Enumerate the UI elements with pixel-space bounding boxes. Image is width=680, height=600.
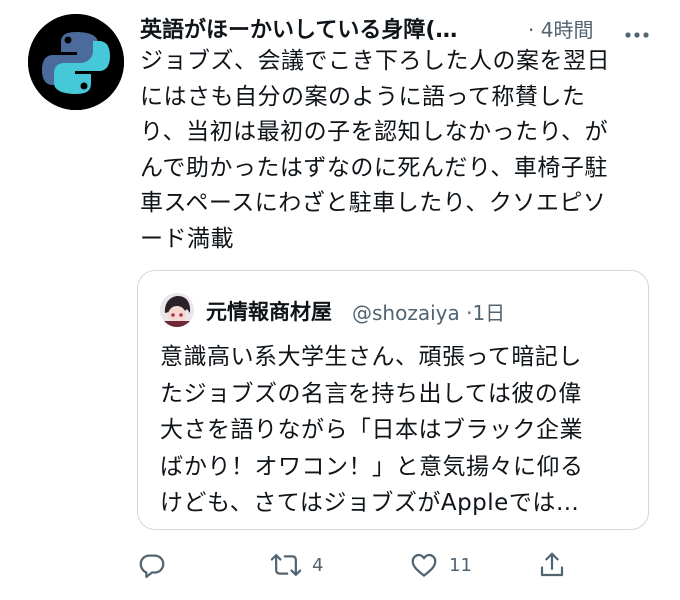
retweet-icon — [270, 554, 302, 576]
share-icon — [540, 552, 564, 577]
quoted-line: たジョブズの名言を持ち出しては彼の偉 — [160, 380, 582, 407]
display-name-text: 英語がほーかいしている身障( — [140, 18, 436, 43]
reply-button[interactable] — [137, 548, 177, 582]
tweet-header: 英語がほーかいしている身障(… · 4時間 — [140, 10, 670, 44]
display-name[interactable]: 英語がほーかいしている身障(… — [140, 12, 510, 44]
retweet-button[interactable]: 4 — [270, 548, 323, 582]
tweet-timestamp[interactable]: · 4時間 — [528, 14, 593, 43]
quoted-line: けども、さてはジョブズがAppleでは… — [160, 490, 580, 516]
like-count: 11 — [449, 554, 472, 576]
quoted-line: 意識高い系大学生さん、頑張って暗記し — [160, 344, 582, 370]
like-button[interactable]: 11 — [409, 548, 472, 582]
quoted-tweet-card[interactable]: 元情報商材屋 @shozaiya ·1日 意識高い系大学生さん、頑張って暗記し … — [137, 270, 649, 530]
tweet-line: り、当初は最初の子を認知しなかったり、が — [140, 119, 609, 145]
quoted-line: ばかり！オワコン！」と意気揚々に仰る — [160, 453, 584, 480]
user-avatar[interactable] — [28, 14, 124, 110]
quoted-display-name[interactable]: 元情報商材屋 — [206, 296, 332, 326]
truncation-ellipsis: … — [435, 18, 458, 43]
separator-dot: · — [528, 18, 535, 42]
anime-character-avatar-icon — [160, 293, 194, 327]
tweet-text: ジョブズ、会議でこき下ろした人の案を翌日 にはさも自分の案のように語って称賛した… — [140, 44, 660, 257]
tweet-line: 車スペースにわざと駐車したり、クソエピソ — [140, 190, 607, 216]
python-logo-icon — [28, 14, 124, 110]
share-button[interactable] — [537, 548, 567, 582]
quoted-time: 1日 — [472, 301, 506, 325]
time-text: 4時間 — [540, 18, 594, 42]
quoted-user-avatar[interactable] — [160, 293, 194, 327]
tweet-line: んで助かったはずなのに死んだり、車椅子駐 — [140, 154, 608, 181]
heart-icon — [411, 553, 437, 577]
more-icon[interactable] — [624, 24, 650, 43]
tweet-line: ード満載 — [140, 225, 234, 252]
reply-icon — [139, 554, 165, 578]
retweet-count: 4 — [312, 554, 324, 576]
tweet-line: ジョブズ、会議でこき下ろした人の案を翌日 — [140, 48, 610, 74]
tweet-action-bar: 4 11 — [137, 548, 657, 582]
quoted-tweet-text: 意識高い系大学生さん、頑張って暗記し たジョブズの名言を持ち出しては彼の偉 大さ… — [160, 339, 640, 522]
quoted-handle: @shozaiya — [352, 301, 460, 325]
quoted-line: 大さを語りながら「日本はブラック企業 — [160, 417, 583, 443]
tweet-line: にはさも自分の案のように語って称賛した — [140, 83, 586, 110]
quoted-handle-and-time: @shozaiya ·1日 — [352, 297, 505, 326]
